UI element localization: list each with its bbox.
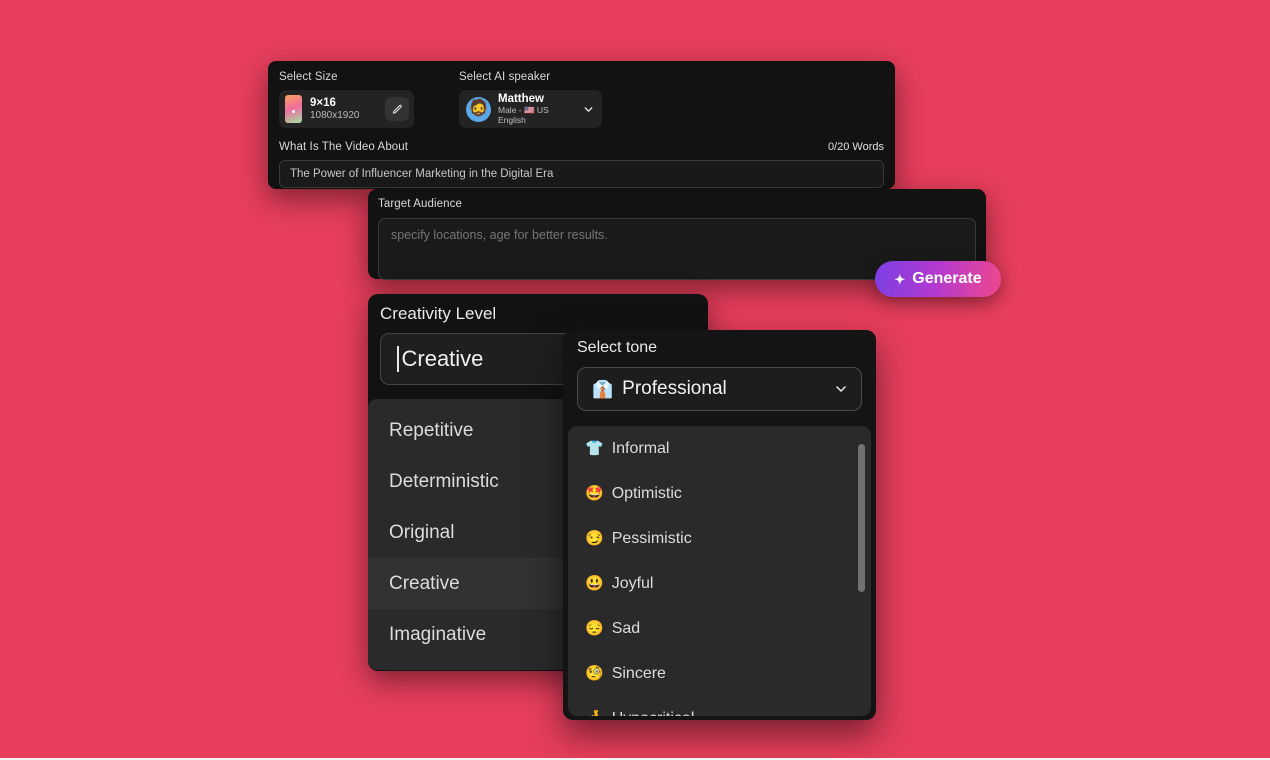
tone-option-label: Sad (611, 619, 641, 637)
tone-option-label: Informal (611, 439, 670, 457)
chevron-down-icon (836, 386, 846, 392)
avatar: 🧔 (466, 96, 491, 122)
creativity-option-label: Creative (389, 572, 460, 594)
tone-title: Select tone (577, 339, 658, 356)
text-caret (397, 346, 399, 372)
tone-list-scrollbar-thumb[interactable] (858, 444, 865, 592)
select-size-label: Select Size (279, 71, 338, 83)
creativity-value: Creative (401, 346, 484, 371)
smirking-face-icon: 😏 (585, 530, 604, 547)
tone-option-label: Optimistic (611, 484, 682, 502)
generate-button-label: Generate (912, 270, 982, 287)
tone-option-hypocritical[interactable]: 🤞 Hypocritical (568, 696, 871, 717)
tone-dropdown-trigger[interactable]: 👔 Professional (577, 367, 862, 411)
size-dimensions-label: 1080x1920 (310, 109, 360, 121)
tone-option-sincere[interactable]: 🧐 Sincere (568, 651, 871, 696)
size-group: Select Size 9×16 1080x1920 (279, 70, 414, 128)
about-label: What Is The Video About (279, 141, 409, 153)
grinning-face-icon: 😃 (585, 575, 604, 592)
creativity-option-label: Deterministic (389, 470, 499, 492)
speaker-selector[interactable]: 🧔 Matthew Male - 🇺🇸 US English (459, 90, 602, 128)
tone-option-sad[interactable]: 😔 Sad (568, 606, 871, 651)
app-canvas: Select Size 9×16 1080x1920 Select AI spe… (0, 0, 1270, 760)
target-audience-label: Target Audience (378, 198, 462, 210)
necktie-icon: 👔 (592, 379, 614, 399)
word-counter: 0/20 Words (827, 141, 884, 153)
monocle-face-icon: 🧐 (585, 665, 604, 682)
tone-option-joyful[interactable]: 😃 Joyful (568, 561, 871, 606)
tone-option-label: Pessimistic (611, 529, 692, 547)
about-header: What Is The Video About 0/20 Words (279, 140, 884, 154)
tone-option-label: Hypocritical (612, 710, 695, 717)
tone-options-list: 👕 Informal 🤩 Optimistic 😏 Pessimistic 😃 … (568, 426, 871, 716)
tone-selected-label: Professional (622, 378, 727, 399)
size-ratio-label: 9×16 (310, 96, 336, 109)
tone-option-label: Joyful (611, 574, 654, 592)
speaker-name: Matthew (498, 92, 544, 105)
tone-option-pessimistic[interactable]: 😏 Pessimistic (568, 516, 871, 561)
creativity-title: Creativity Level (380, 304, 497, 323)
star-struck-icon: 🤩 (585, 485, 604, 502)
sparkle-icon: ✦ (894, 271, 906, 287)
aspect-ratio-thumbnail (285, 95, 302, 123)
video-setup-panel: Select Size 9×16 1080x1920 Select AI spe… (268, 61, 895, 189)
tone-list-scrollbar[interactable] (858, 444, 865, 692)
select-tone-panel: Select tone 👔 Professional 👕 Informal 🤩 … (563, 330, 876, 720)
edit-size-button[interactable] (385, 97, 409, 121)
tshirt-icon: 👕 (585, 440, 604, 457)
video-topic-input[interactable] (279, 160, 884, 188)
pensive-face-icon: 😔 (585, 620, 604, 637)
tone-option-optimistic[interactable]: 🤩 Optimistic (568, 471, 871, 516)
tone-option-label: Sincere (611, 664, 666, 682)
crossed-fingers-icon: 🤞 (585, 711, 604, 716)
speaker-meta: Male - 🇺🇸 US English (498, 104, 549, 125)
creativity-option-label: Imaginative (389, 623, 487, 645)
speaker-group: Select AI speaker 🧔 Matthew Male - 🇺🇸 US… (459, 70, 602, 128)
tone-option-informal[interactable]: 👕 Informal (568, 426, 871, 471)
generate-button[interactable]: ✦ Generate (875, 261, 1001, 297)
size-selector[interactable]: 9×16 1080x1920 (279, 90, 414, 128)
creativity-option-label: Original (389, 521, 455, 543)
pencil-icon (392, 104, 402, 114)
select-speaker-label: Select AI speaker (459, 71, 551, 83)
creativity-option-label: Repetitive (389, 419, 474, 441)
chevron-down-icon (584, 106, 593, 112)
